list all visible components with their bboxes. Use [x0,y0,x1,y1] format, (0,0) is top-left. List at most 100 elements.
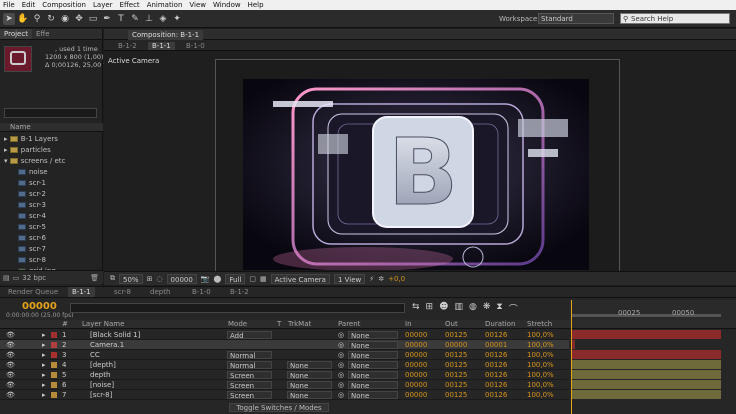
trkmat-select[interactable]: None [287,381,332,390]
visibility-eye-icon[interactable]: 👁 [6,350,15,360]
layer-duration-bar[interactable] [571,380,721,389]
expand-triangle-icon[interactable]: ▸ [42,330,46,340]
tab-effects[interactable]: Effe [32,29,54,39]
trkmat-select[interactable]: None [287,361,332,370]
label-color-swatch[interactable] [51,362,57,368]
menu-composition[interactable]: Composition [42,1,86,9]
label-color-swatch[interactable] [51,382,57,388]
visibility-eye-icon[interactable]: 👁 [6,330,15,340]
flow-item-current[interactable]: B-1-1 [148,42,175,50]
bpc-label[interactable]: 32 bpc [22,274,46,282]
current-time[interactable]: 00000 [166,273,197,284]
search-help-input[interactable]: ⚲ Search Help [620,13,730,24]
time-ruler[interactable] [569,300,736,320]
layer-row[interactable]: 👁 ▸ 4 [depth] 00000 00125 00126 100,0% ◎ Normal No… [0,360,569,370]
parent-pickwhip-icon[interactable]: ◎ [338,390,344,400]
comp-mini-flowchart-icon[interactable]: ⇆ [412,302,420,315]
project-item-folder[interactable]: ▸ B-1 Layers [0,134,100,145]
menu-effect[interactable]: Effect [120,1,140,9]
menu-file[interactable]: File [3,1,15,9]
layer-row[interactable]: 👁 ▸ 5 depth 00000 00125 00126 100,0% ◎ Screen None… [0,370,569,380]
mode-select[interactable]: Add [227,331,272,340]
expand-triangle-icon[interactable]: ▸ [42,350,46,360]
tab-composition[interactable]: Composition: B-1-1 [128,30,204,40]
tab-timeline-scr-8[interactable]: scr-8 [110,287,135,297]
render-preview[interactable]: B [243,79,589,270]
label-color-swatch[interactable] [51,372,57,378]
frame-blending-icon[interactable]: ▥ [454,302,463,315]
project-item-comp[interactable]: scr-8 [0,255,100,266]
parent-select[interactable]: None [348,331,398,340]
clone-stamp-icon[interactable]: ⊥ [143,13,155,25]
hide-shy-layers-icon[interactable]: ☻ [439,302,448,315]
flow-item[interactable]: B-1-2 [114,42,141,50]
expand-triangle-icon[interactable]: ▸ [42,370,46,380]
expand-triangle-icon[interactable]: ▸ [42,360,46,370]
fast-previews-icon[interactable]: ⚡ [369,275,374,283]
name-column-header[interactable]: Name [0,123,103,132]
brainstorm-icon[interactable]: ❋ [483,302,491,315]
mode-select[interactable]: Screen [227,391,272,400]
grid-icon[interactable]: ⊞ [147,275,153,283]
layer-duration-bar[interactable] [571,360,721,369]
rectangle-tool-icon[interactable]: ▭ [87,13,99,25]
new-folder-icon[interactable]: ▭ [13,274,20,282]
mode-select[interactable]: Screen [227,371,272,380]
project-item-comp[interactable]: scr-4 [0,211,100,222]
parent-pickwhip-icon[interactable]: ◎ [338,380,344,390]
mode-select[interactable]: Normal [227,361,272,370]
col-layer-name[interactable]: Layer Name [82,320,124,329]
menu-layer[interactable]: Layer [93,1,113,9]
motion-blur-icon[interactable]: ◍ [469,302,477,315]
tab-timeline-b-1-0[interactable]: B-1-0 [188,287,215,297]
tab-timeline-b-1-1[interactable]: B-1-1 [68,287,95,297]
parent-pickwhip-icon[interactable]: ◎ [338,350,344,360]
graph-editor-icon[interactable]: ⌒ [509,302,518,315]
visibility-eye-icon[interactable]: 👁 [6,360,15,370]
project-item-comp[interactable]: scr-5 [0,222,100,233]
resolution-select[interactable]: Full [225,273,246,284]
exposure-value[interactable]: +0,0 [388,275,405,283]
parent-select[interactable]: None [348,391,398,400]
camera-select[interactable]: Active Camera [270,273,330,284]
brush-tool-icon[interactable]: ✎ [129,13,141,25]
mode-select[interactable]: Screen [227,381,272,390]
project-item-comp[interactable]: scr-6 [0,233,100,244]
mode-select[interactable]: Normal [227,351,272,360]
interpret-footage-icon[interactable]: ▤ [3,274,10,282]
layer-row[interactable]: 👁 ▸ 1 [Black Solid 1] 00000 00125 00126 100,0% ◎… [0,330,569,340]
pen-tool-icon[interactable]: ✒ [101,13,113,25]
draft-3d-icon[interactable]: ⊞ [426,302,434,315]
project-item-comp[interactable]: noise [0,167,100,178]
expand-triangle-icon[interactable]: ▸ [42,390,46,400]
work-area-bar[interactable] [571,314,721,317]
expand-triangle-icon[interactable]: ▸ [42,380,46,390]
tab-project[interactable]: Project [0,29,32,39]
layer-duration-bar[interactable] [571,330,721,339]
trkmat-select[interactable]: None [287,391,332,400]
trash-icon[interactable]: 🗑 [90,274,99,282]
project-search-input[interactable] [4,108,97,118]
exposure-reset-icon[interactable]: ✲ [378,275,384,283]
layer-duration-bar[interactable] [571,370,721,379]
menu-view[interactable]: View [189,1,206,9]
project-item-comp[interactable]: scr-1 [0,178,100,189]
type-tool-icon[interactable]: T [115,13,127,25]
layer-search-input[interactable] [70,303,405,313]
toggle-switches-modes-button[interactable]: Toggle Switches / Modes [229,403,329,412]
mask-visibility-icon[interactable]: ◌ [156,275,162,283]
show-channel-icon[interactable]: ⬤ [214,275,222,283]
tab-render-queue[interactable]: Render Queue [4,287,62,297]
transparency-grid-icon[interactable]: ▦ [260,275,267,283]
tab-timeline-b-1-2[interactable]: B-1-2 [226,287,253,297]
tab-timeline-depth[interactable]: depth [146,287,174,297]
zoom-select[interactable]: 50% [119,273,143,284]
parent-select[interactable]: None [348,351,398,360]
auto-keyframe-icon[interactable]: ⧗ [496,302,502,315]
label-color-swatch[interactable] [51,332,57,338]
parent-select[interactable]: None [348,381,398,390]
zoom-tool-icon[interactable]: ⚲ [31,13,43,25]
parent-select[interactable]: None [348,361,398,370]
playhead[interactable] [571,300,572,414]
eraser-tool-icon[interactable]: ◈ [157,13,169,25]
